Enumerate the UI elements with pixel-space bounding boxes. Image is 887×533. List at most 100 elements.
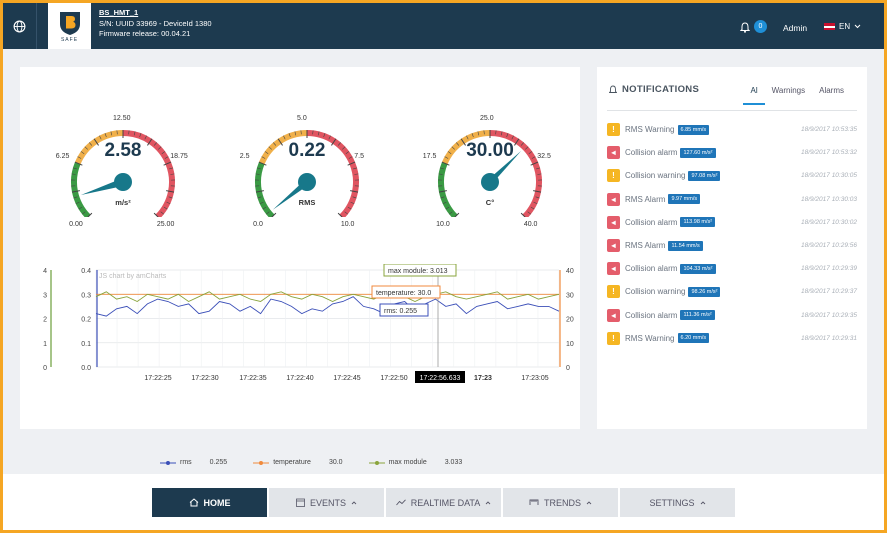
device-info: BS_HMT_1 S/N: UUID 33969 - DeviceId 1380… bbox=[99, 8, 212, 40]
notification-date: 18/9/2017 10:53:35 bbox=[800, 126, 857, 133]
gauge: 30.00 C° 10.0 17.5 25.0 32.5 40.0 bbox=[423, 107, 555, 228]
notification-value-badge: 127.60 m/s² bbox=[680, 147, 716, 158]
notification-value-badge: 6.85 mm/s bbox=[677, 124, 710, 135]
notification-date: 18/9/2017 10:29:39 bbox=[800, 265, 857, 273]
tab-alarms[interactable]: Alarms bbox=[812, 86, 851, 105]
brand-logo[interactable]: SAFE bbox=[48, 3, 91, 49]
gauge-band bbox=[255, 162, 275, 217]
user-menu[interactable]: Admin bbox=[783, 23, 807, 33]
notification-text: Collision alarm bbox=[625, 148, 678, 158]
gauge-tick-label: 10.0 bbox=[436, 220, 450, 228]
chevron-down-icon bbox=[854, 24, 861, 29]
notification-count-badge[interactable]: 0 bbox=[754, 20, 767, 33]
alarm-megaphone-icon: ◂ bbox=[607, 308, 620, 322]
gauge-hub bbox=[481, 173, 499, 191]
legend-value: 30.0 bbox=[328, 459, 343, 466]
tab-all[interactable]: Al bbox=[743, 86, 765, 105]
gauge-tick-label: 0.00 bbox=[69, 220, 83, 228]
gauge-tick-label: 25.00 bbox=[156, 220, 175, 228]
notification-text: RMS Warning bbox=[625, 333, 675, 343]
nav-home-label: HOME bbox=[203, 497, 231, 508]
nav-events-button[interactable]: EVENTS bbox=[269, 488, 384, 517]
nav-realtime-button[interactable]: REALTIME DATA bbox=[386, 488, 501, 517]
gauge-band bbox=[71, 162, 91, 217]
notifications-tabs: Al Warnings Alarms bbox=[743, 86, 851, 105]
alarm-megaphone-icon: ◂ bbox=[607, 239, 620, 252]
nav-settings-button[interactable]: SETTINGS bbox=[620, 488, 735, 517]
gauge-tick-label: 40.0 bbox=[523, 220, 538, 228]
nav-home-button[interactable]: HOME bbox=[152, 488, 267, 517]
legend-item[interactable]: rms 0.255 bbox=[160, 459, 227, 466]
realtime-line-chart[interactable]: 0 1 2 3 4 0.0 0.1 0.2 0.3 0.4 0 10 20 30 40 JS chart by… bbox=[37, 264, 577, 414]
device-name[interactable]: BS_HMT_1 bbox=[99, 8, 212, 19]
chevron-up-icon bbox=[586, 500, 592, 504]
x-tick-label: 17:22:35 bbox=[239, 375, 266, 382]
gauge-tick-label: 32.5 bbox=[537, 153, 551, 161]
notification-item[interactable]: ! RMS Warning 6.20 mm/s 18/9/2017 10:29:31 bbox=[607, 330, 857, 347]
notification-date: 18/9/2017 10:53:32 bbox=[800, 149, 857, 157]
dashboard-card: 2.58 m/s² 0.00 6.25 12.50 18.75 25.00 0.22 RMS 0.… bbox=[20, 67, 580, 466]
legend-item[interactable]: max module 3.033 bbox=[368, 459, 463, 466]
line-chart-icon bbox=[395, 499, 406, 506]
notification-item[interactable]: ◂ RMS Alarm 9.97 mm/s 18/9/2017 10:30:03 bbox=[607, 191, 857, 208]
tooltip-text: temperature: 30.0 bbox=[376, 290, 431, 297]
notification-item[interactable]: ◂ Collision alarm 113.98 m/s² 18/9/2017 10:… bbox=[607, 214, 857, 231]
warning-icon: ! bbox=[607, 331, 620, 345]
notification-item[interactable]: ! Collision warning 97.08 m/s² 18/9/2017 10… bbox=[607, 167, 857, 184]
gauge-value: 2.58 bbox=[104, 140, 142, 161]
gauge-tick-label: 12.50 bbox=[113, 115, 131, 122]
globe-icon[interactable] bbox=[3, 3, 37, 49]
logo-text: SAFE bbox=[60, 36, 79, 43]
firmware-release: Firmware release: 00.04.21 bbox=[99, 29, 191, 38]
axis-tick-label: 4 bbox=[43, 268, 47, 275]
device-serial: S/N: UUID 33969 - DeviceId 1380 bbox=[99, 18, 212, 28]
notification-value-badge: 6.20 mm/s bbox=[677, 333, 710, 344]
tooltip-text: rms: 0.255 bbox=[384, 308, 417, 315]
bell-icon[interactable] bbox=[739, 20, 751, 38]
notification-text: RMS Alarm bbox=[625, 241, 666, 250]
gauge-tick-label: 7.5 bbox=[354, 153, 364, 161]
x-tick-label: 17:22:40 bbox=[286, 375, 313, 382]
notification-item[interactable]: ◂ RMS Alarm 11.54 mm/s 18/9/2017 10:29:56 bbox=[607, 237, 857, 254]
notification-item[interactable]: ! Collision warning 98.26 m/s² 18/9/2017 10… bbox=[607, 283, 857, 300]
notification-value-badge: 113.98 m/s² bbox=[680, 217, 716, 228]
x-tick-label: 17:22:50 bbox=[380, 375, 407, 382]
notification-item[interactable]: ! RMS Warning 6.85 mm/s 18/9/2017 10:53:35 bbox=[607, 121, 857, 138]
axis-tick-label: 30 bbox=[566, 292, 574, 299]
chevron-up-icon bbox=[485, 500, 491, 504]
gauge-tick-label: 25.0 bbox=[480, 115, 494, 122]
legend-item[interactable]: temperature 30.0 bbox=[253, 459, 343, 466]
app-frame: SAFE BS_HMT_1 S/N: UUID 33969 - DeviceId… bbox=[0, 0, 887, 533]
flag-icon bbox=[824, 23, 835, 30]
chart-watermark: JS chart by amCharts bbox=[99, 273, 167, 280]
notification-text: Collision alarm bbox=[625, 217, 678, 227]
notification-item[interactable]: ◂ Collision alarm 127.60 m/s² 18/9/2017 10:… bbox=[607, 144, 857, 161]
notification-date: 18/9/2017 10:30:03 bbox=[800, 195, 857, 203]
notification-text: RMS Warning bbox=[625, 125, 675, 134]
notification-text: Collision warning bbox=[625, 171, 686, 181]
nav-events-label: EVENTS bbox=[309, 497, 346, 508]
x-tick-label: 17:22:30 bbox=[191, 375, 218, 382]
notification-date: 18/9/2017 10:30:05 bbox=[800, 172, 857, 180]
chevron-up-icon bbox=[351, 500, 357, 504]
legend-name: rms bbox=[180, 459, 192, 466]
gauge-band bbox=[438, 162, 458, 217]
axis-tick-label: 0 bbox=[43, 365, 47, 372]
legend-marker-icon bbox=[253, 460, 270, 465]
axis-tick-label: 10 bbox=[566, 341, 574, 348]
chart-grid bbox=[95, 269, 560, 368]
tooltip-text: max module: 3.013 bbox=[388, 268, 448, 275]
axis-tick-label: 0.3 bbox=[81, 292, 91, 299]
gauge-tick-label: 0.0 bbox=[253, 220, 263, 228]
top-bar: SAFE BS_HMT_1 S/N: UUID 33969 - DeviceId… bbox=[3, 3, 884, 49]
legend-value: 3.033 bbox=[444, 459, 463, 466]
nav-trends-button[interactable]: TRENDS bbox=[503, 488, 618, 517]
language-selector[interactable]: EN bbox=[824, 22, 861, 31]
gauge-tick-label: 5.0 bbox=[297, 115, 307, 122]
notification-item[interactable]: ◂ Collision alarm 104.33 m/s² 18/9/2017 10:… bbox=[607, 260, 857, 277]
tab-warnings[interactable]: Warnings bbox=[765, 86, 813, 105]
nav-realtime-label: REALTIME DATA bbox=[410, 497, 481, 508]
notification-item[interactable]: ◂ Collision alarm 111.36 m/s² 18/9/2017 10:… bbox=[607, 307, 857, 324]
notification-date: 18/9/2017 10:29:35 bbox=[800, 311, 857, 319]
notification-date: 18/9/2017 10:29:31 bbox=[800, 334, 857, 342]
